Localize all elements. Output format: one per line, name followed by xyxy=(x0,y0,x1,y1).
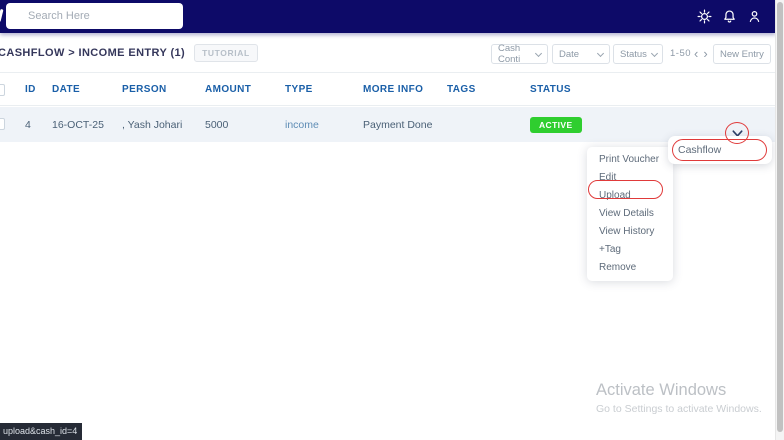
cash-control-filter-select[interactable]: Cash Conti xyxy=(491,43,548,65)
gear-icon[interactable] xyxy=(697,9,712,24)
app-window: CASHFLOW > INCOME ENTRY (1) TUTORIAL Cas… xyxy=(0,0,784,440)
column-header-more-info: MORE INFO xyxy=(363,83,424,95)
top-navbar xyxy=(0,0,776,33)
cell-more-info: Payment Done xyxy=(363,118,433,131)
person-icon[interactable] xyxy=(747,9,762,24)
menu-item-upload[interactable]: Upload xyxy=(587,187,673,205)
navbar-icons xyxy=(697,9,762,24)
column-header-tags: TAGS xyxy=(447,83,476,95)
pagination-range: 1-50 xyxy=(670,48,692,59)
menu-item-tag[interactable]: +Tag xyxy=(587,241,673,259)
table-row: 4 16-OCT-25 , Yash Johari 5000 income Pa… xyxy=(0,107,775,142)
chevron-down-icon xyxy=(650,49,658,57)
menu-item-edit[interactable]: Edit xyxy=(587,169,673,187)
cell-type: income xyxy=(285,118,319,131)
date-filter-label: Date xyxy=(559,48,580,60)
cash-control-filter-label: Cash Conti xyxy=(498,43,521,65)
header-checkbox-clipped xyxy=(0,84,5,96)
cell-amount: 5000 xyxy=(205,118,229,131)
row-context-menu: Print Voucher Edit Upload View Details V… xyxy=(587,147,673,281)
activate-windows-subtext: Go to Settings to activate Windows. xyxy=(596,403,762,415)
date-filter-select[interactable]: Date xyxy=(552,44,610,64)
prev-page-icon[interactable]: ‹ xyxy=(694,45,698,63)
breadcrumb: CASHFLOW > INCOME ENTRY (1) xyxy=(0,47,186,59)
clipped-left-icon xyxy=(0,8,4,23)
table-header-row: ID DATE PERSON AMOUNT TYPE MORE INFO TAG… xyxy=(0,73,775,106)
bell-icon[interactable] xyxy=(722,9,737,24)
cell-person: , Yash Johari xyxy=(122,118,183,131)
activate-windows-watermark: Activate Windows xyxy=(596,381,727,399)
menu-item-print-voucher[interactable]: Print Voucher xyxy=(587,151,673,169)
column-header-person: PERSON xyxy=(122,83,167,95)
column-header-id: ID xyxy=(25,83,36,95)
menu-item-remove[interactable]: Remove xyxy=(587,259,673,277)
breadcrumb-row: CASHFLOW > INCOME ENTRY (1) TUTORIAL xyxy=(0,44,258,62)
status-badge: ACTIVE xyxy=(530,116,582,133)
menu-item-view-history[interactable]: View History xyxy=(587,223,673,241)
menu-item-view-details[interactable]: View Details xyxy=(587,205,673,223)
column-header-date: DATE xyxy=(52,83,81,95)
row-checkbox-clipped xyxy=(0,118,5,130)
search-input[interactable] xyxy=(6,3,183,29)
column-header-type: TYPE xyxy=(285,83,313,95)
pagination-controls: ‹ › xyxy=(694,45,708,63)
column-header-status: STATUS xyxy=(530,83,571,95)
chevron-down-icon xyxy=(596,49,605,57)
status-filter-label: Status xyxy=(620,48,647,60)
search-box xyxy=(6,3,183,29)
scrollbar-track[interactable] xyxy=(775,0,784,440)
browser-status-url: upload&cash_id=4 xyxy=(0,423,83,440)
cell-id: 4 xyxy=(25,118,31,131)
cashflow-flyout[interactable]: Cashflow xyxy=(668,136,772,164)
new-entry-button[interactable]: New Entry xyxy=(713,44,771,64)
next-page-icon[interactable]: › xyxy=(703,45,707,63)
cell-date: 16-OCT-25 xyxy=(52,118,104,131)
chevron-down-icon xyxy=(534,49,543,57)
column-header-amount: AMOUNT xyxy=(205,83,252,95)
scrollbar-thumb[interactable] xyxy=(777,2,783,432)
status-filter-select[interactable]: Status xyxy=(613,44,663,64)
tutorial-button[interactable]: TUTORIAL xyxy=(194,44,258,62)
